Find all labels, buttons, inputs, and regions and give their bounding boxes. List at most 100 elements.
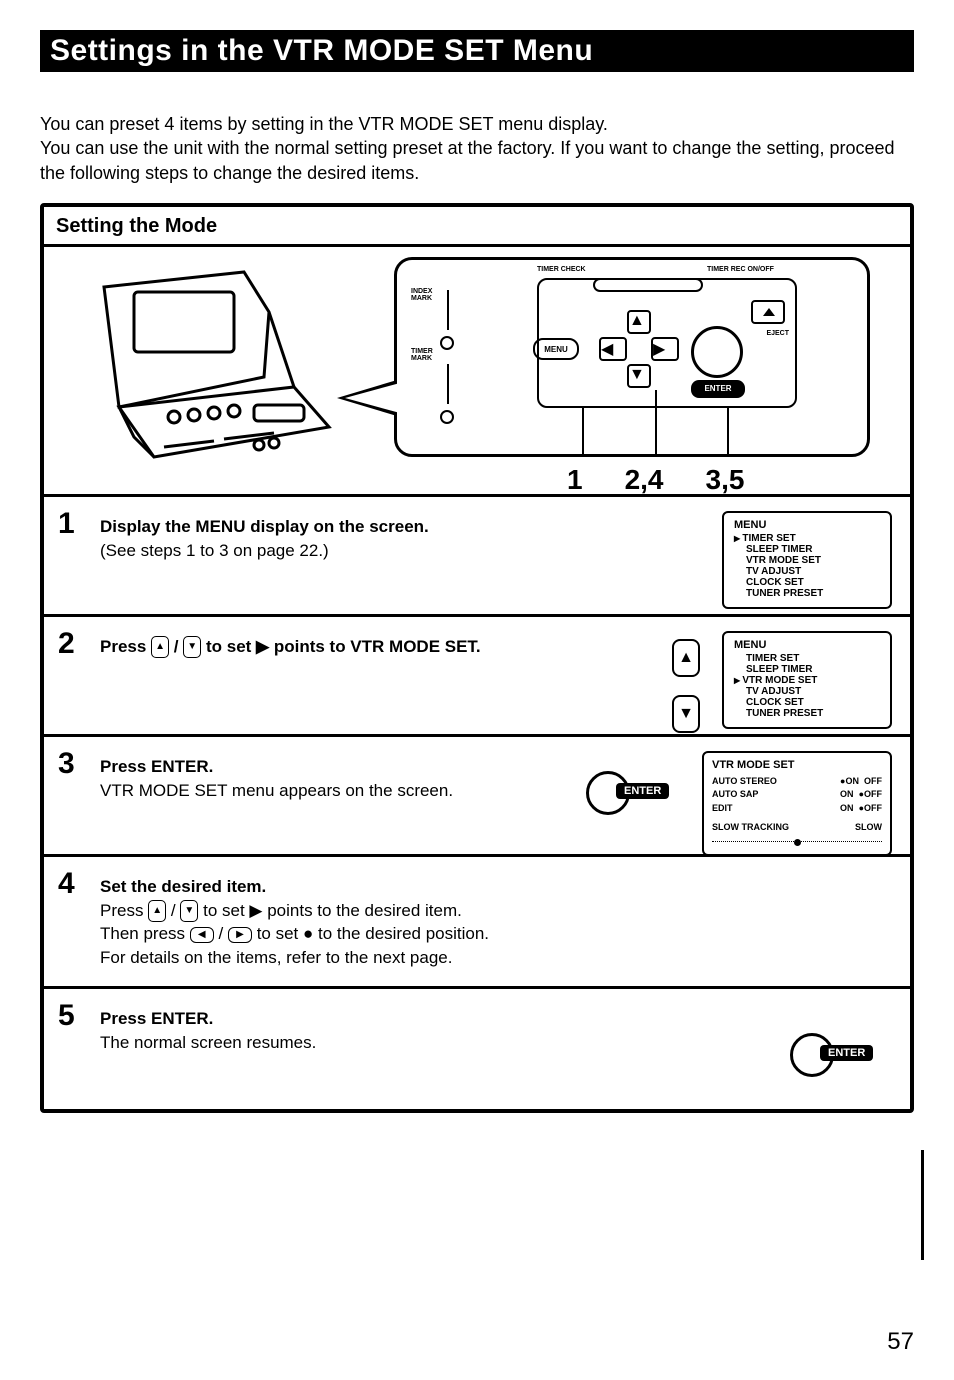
step-body: Set the desired item. Press ▲ / ▼ to set…: [100, 869, 896, 970]
menu-item: SLEEP TIMER: [734, 664, 880, 675]
t: Press: [100, 637, 151, 656]
control-panel-inner: TIMER CHECK TIMER REC ON/OFF ▲ ▼ ◀ ▶ MEN…: [537, 278, 797, 408]
opt: ON: [840, 789, 854, 799]
menu-item: TUNER PRESET: [734, 708, 880, 719]
index-mark-label: INDEX MARK: [411, 288, 454, 302]
down-button-icon: ▼: [183, 636, 201, 658]
step-illustration: MENU TIMER SET SLEEP TIMER VTR MODE SET …: [722, 511, 892, 609]
step-2: 2 Press ▲ / ▼ to set ▶ points to VTR MOD…: [44, 617, 910, 737]
page-title: Settings in the VTR MODE SET Menu: [50, 34, 593, 67]
opt: ON: [840, 803, 854, 813]
device-sketch: [64, 257, 364, 487]
t: /: [174, 637, 183, 656]
callout-24: 2,4: [625, 464, 664, 496]
step-5: 5 Press ENTER. The normal screen resumes…: [44, 989, 910, 1109]
t: to set ▶ points to VTR MODE SET.: [206, 637, 481, 656]
step-1: 1 Display the MENU display on the screen…: [44, 497, 910, 617]
screen-header: MENU: [734, 639, 880, 651]
step-number: 3: [58, 749, 86, 779]
menu-item: VTR MODE SET: [734, 555, 880, 566]
opt: ●ON: [840, 776, 859, 786]
vtr-mode-set-screen: VTR MODE SET AUTO STEREO ●ON OFF AUTO SAP…: [702, 751, 892, 856]
eject-icon: [751, 300, 785, 324]
menu-item: SLEEP TIMER: [734, 544, 880, 555]
step-plain: (See steps 1 to 3 on page 22.): [100, 541, 329, 560]
step-plain: VTR MODE SET menu appears on the screen.: [100, 781, 453, 800]
step-4: 4 Set the desired item. Press ▲ / ▼ to s…: [44, 857, 910, 989]
timer-slider: [593, 278, 703, 292]
opt: ●OFF: [859, 803, 882, 813]
vtr-row-label: EDIT: [712, 802, 733, 816]
right-button-icon: ▶: [228, 927, 252, 943]
tracking-label: SLOW TRACKING: [712, 821, 789, 835]
enter-button-diagram: ENTER: [691, 380, 745, 398]
callout-35: 3,5: [706, 464, 745, 496]
intro-text: You can preset 4 items by setting in the…: [40, 112, 914, 185]
down-button-large-icon: ▼: [672, 695, 700, 733]
t: Then press: [100, 924, 190, 943]
enter-label: ENTER: [616, 783, 669, 799]
t: Press: [100, 901, 148, 920]
control-panel-callout: INDEX MARK TIMER MARK TIMER CHECK TIMER …: [394, 257, 870, 457]
menu-item: TV ADJUST: [734, 686, 880, 697]
menu-item: VTR MODE SET: [734, 675, 880, 686]
t: to set ● to the desired position.: [257, 924, 489, 943]
menu-button-diagram: MENU: [533, 338, 579, 360]
step-number: 2: [58, 629, 86, 659]
enter-badge-icon: ENTER: [790, 1033, 880, 1077]
t: /: [219, 924, 228, 943]
tracking-value: SLOW: [855, 821, 882, 835]
dpad-icon: ▲ ▼ ◀ ▶: [589, 310, 689, 390]
step-bold: Display the MENU display on the screen.: [100, 517, 429, 536]
opt: OFF: [864, 776, 882, 786]
screen-header: MENU: [734, 519, 880, 531]
left-button-icon: ◀: [190, 927, 214, 943]
jog-wheel-icon: [691, 326, 743, 378]
menu-item: CLOCK SET: [734, 697, 880, 708]
opt: ●OFF: [859, 789, 882, 799]
vtr-row-label: AUTO SAP: [712, 788, 758, 802]
leader-line: [655, 390, 657, 456]
menu-screen-2: MENU TIMER SET SLEEP TIMER VTR MODE SET …: [722, 631, 892, 729]
menu-item: TV ADJUST: [734, 566, 880, 577]
menu-item: CLOCK SET: [734, 577, 880, 588]
mark-switches-diagram: INDEX MARK TIMER MARK: [447, 290, 454, 438]
menu-screen-1: MENU TIMER SET SLEEP TIMER VTR MODE SET …: [722, 511, 892, 609]
timer-rec-label: TIMER REC ON/OFF: [707, 266, 774, 273]
step-plain: The normal screen resumes.: [100, 1033, 316, 1052]
step-illustration: ENTER: [790, 1013, 892, 1077]
callout-1: 1: [567, 464, 583, 496]
step-illustration: ▲ ▼ MENU TIMER SET SLEEP TIMER VTR MODE …: [672, 631, 892, 733]
instruction-frame: Setting the Mode INDEX MARK: [40, 203, 914, 1113]
step-illustration: ENTER VTR MODE SET AUTO STEREO ●ON OFF AU…: [586, 751, 892, 856]
step-bold: Press ENTER.: [100, 1009, 213, 1028]
step-number: 5: [58, 1001, 86, 1031]
callout-numbers: 1 2,4 3,5: [567, 464, 744, 496]
leader-line: [582, 408, 584, 456]
eject-label: EJECT: [766, 330, 789, 337]
down-button-icon: ▼: [180, 900, 198, 922]
menu-item: TUNER PRESET: [734, 588, 880, 599]
page-number: 57: [887, 1328, 914, 1356]
section-heading: Setting the Mode: [44, 207, 910, 247]
step-3: 3 Press ENTER. VTR MODE SET menu appears…: [44, 737, 910, 857]
t: For details on the items, refer to the n…: [100, 948, 452, 967]
leader-line: [727, 408, 729, 456]
up-button-large-icon: ▲: [672, 639, 700, 677]
t: to set ▶ points to the desired item.: [203, 901, 462, 920]
screen-header: VTR MODE SET: [712, 759, 882, 771]
vtr-row-label: AUTO STEREO: [712, 775, 777, 789]
page-title-bar: Settings in the VTR MODE SET Menu: [40, 30, 914, 72]
timer-mark-label: TIMER MARK: [411, 348, 454, 362]
enter-label: ENTER: [820, 1045, 873, 1061]
enter-badge-icon: ENTER: [586, 771, 676, 815]
step-number: 1: [58, 509, 86, 539]
up-button-icon: ▲: [148, 900, 166, 922]
menu-item: TIMER SET: [734, 653, 880, 664]
menu-item: TIMER SET: [734, 533, 880, 544]
up-button-icon: ▲: [151, 636, 169, 658]
step-bold: Press ENTER.: [100, 757, 213, 776]
t: /: [171, 901, 180, 920]
timer-check-label: TIMER CHECK: [537, 266, 586, 273]
page-edge-mark: [921, 1150, 924, 1260]
